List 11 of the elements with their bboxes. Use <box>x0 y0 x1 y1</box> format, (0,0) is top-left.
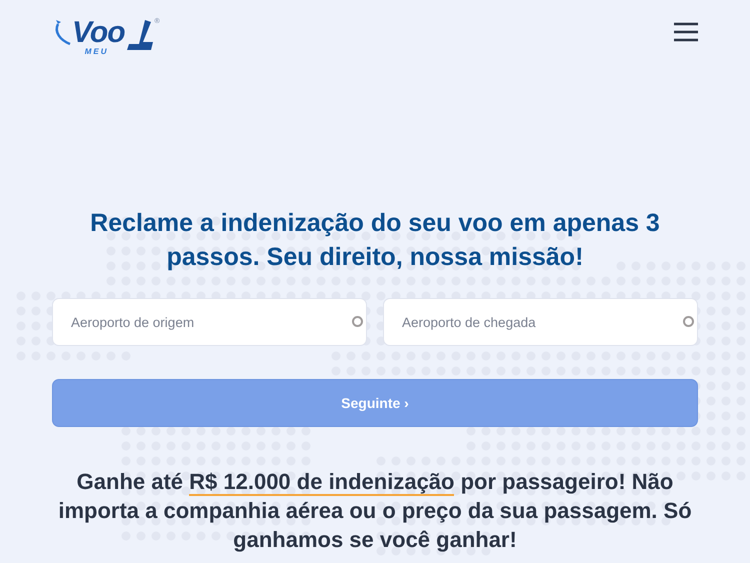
next-button[interactable]: Seguinte › <box>52 379 698 427</box>
tail-fin-icon <box>124 18 155 52</box>
airport-field[interactable]: Aeroporto de origem <box>52 298 367 346</box>
logo-wordmark: Voo <box>72 18 125 48</box>
headline: Reclame a indenização do seu voo em apenas 3 passos. Seu direito, nossa missão! <box>89 208 661 273</box>
airport-field[interactable]: Aeroporto de chegada <box>383 298 698 346</box>
menu-icon[interactable] <box>674 22 698 42</box>
pitch-text: Ganhe até R$ 12.000 de indenização por passageiro! Não importa a companhia aérea ou o preço da sua passagem. Só ganhamos se você ganhar! <box>57 468 693 554</box>
ring-icon <box>352 316 363 327</box>
logo-subtitle: MEU <box>84 48 109 56</box>
ring-icon <box>683 316 694 327</box>
